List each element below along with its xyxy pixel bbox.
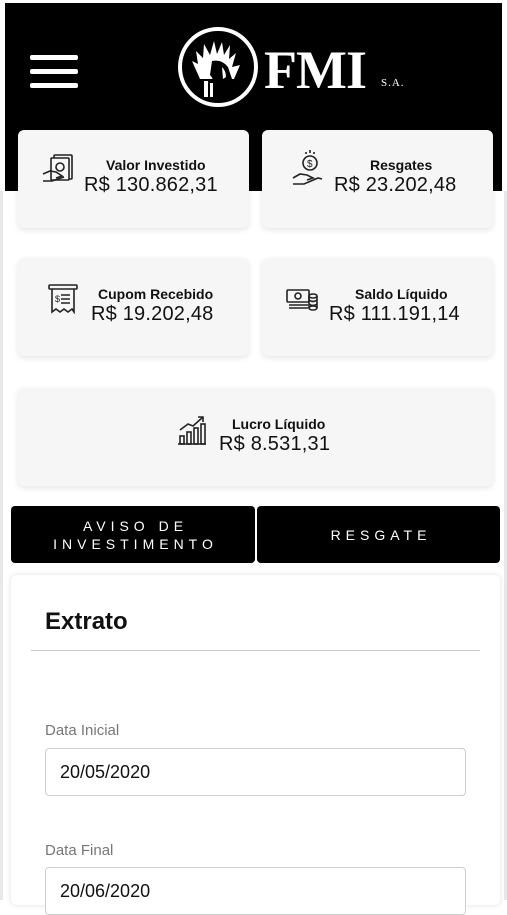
logo: FMI S.A. bbox=[178, 27, 418, 113]
divider bbox=[31, 650, 480, 651]
growth-chart-icon bbox=[176, 414, 208, 451]
card-cupom-recebido: $ Cupom Recebido R$ 19.202,48 bbox=[18, 258, 249, 356]
svg-text:$: $ bbox=[307, 159, 313, 170]
data-inicial-label: Data Inicial bbox=[45, 722, 120, 739]
card-label: Cupom Recebido bbox=[98, 286, 214, 302]
card-label: Saldo Líquido bbox=[355, 286, 448, 302]
money-stack-icon bbox=[286, 286, 318, 317]
card-value: R$ 130.862,31 bbox=[84, 174, 218, 196]
tab-label-line2: INVESTIMENTO bbox=[53, 535, 218, 552]
tab-aviso-de-investimento[interactable]: AVISO DE INVESTIMENTO bbox=[11, 506, 255, 563]
extrato-title: Extrato bbox=[45, 608, 128, 635]
card-resgates: $ Resgates R$ 23.202,48 bbox=[262, 130, 493, 228]
left-edge bbox=[0, 191, 3, 900]
tab-label-line1: AVISO DE bbox=[82, 517, 189, 534]
svg-text:$: $ bbox=[55, 294, 60, 304]
card-value: R$ 8.531,31 bbox=[219, 433, 331, 455]
logo-text: FMI bbox=[264, 40, 367, 100]
cash-hand-icon bbox=[42, 152, 76, 189]
menu-icon[interactable] bbox=[30, 55, 78, 89]
card-label: Valor Investido bbox=[106, 157, 206, 173]
card-label: Resgates bbox=[370, 157, 433, 173]
tab-label: RESGATE bbox=[330, 526, 432, 543]
data-final-label: Data Final bbox=[45, 842, 114, 859]
card-value: R$ 23.202,48 bbox=[334, 174, 457, 196]
receipt-icon: $ bbox=[48, 284, 78, 319]
logo-subtext: S.A. bbox=[381, 77, 405, 89]
coin-hand-icon: $ bbox=[292, 150, 324, 191]
card-lucro-liquido: Lucro Líquido R$ 8.531,31 bbox=[18, 388, 493, 486]
card-value: R$ 111.191,14 bbox=[329, 303, 460, 325]
data-final-input[interactable] bbox=[45, 867, 466, 915]
card-saldo-liquido: Saldo Líquido R$ 111.191,14 bbox=[262, 258, 493, 356]
tab-resgate[interactable]: RESGATE bbox=[257, 506, 500, 563]
card-value: R$ 19.202,48 bbox=[91, 303, 214, 325]
card-valor-investido: Valor Investido R$ 130.862,31 bbox=[18, 130, 249, 228]
data-inicial-input[interactable] bbox=[45, 748, 466, 796]
chief-headdress-icon bbox=[178, 27, 258, 107]
card-label: Lucro Líquido bbox=[232, 416, 326, 432]
